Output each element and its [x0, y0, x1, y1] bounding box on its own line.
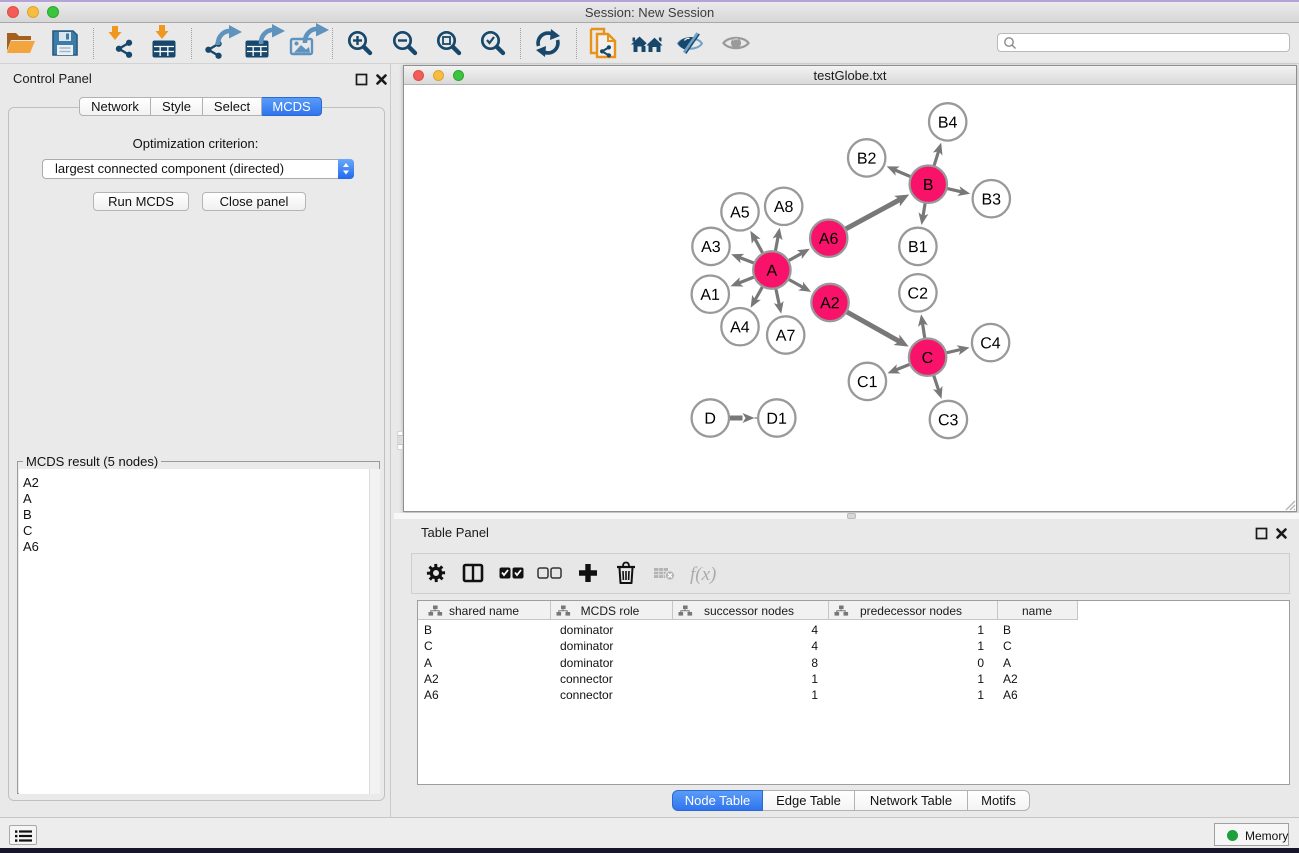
svg-text:A5: A5 [730, 204, 750, 221]
svg-text:B4: B4 [938, 115, 958, 132]
svg-text:A4: A4 [730, 319, 750, 336]
svg-text:C: C [922, 350, 934, 367]
svg-text:B2: B2 [857, 151, 877, 168]
svg-text:B: B [923, 177, 934, 194]
svg-text:A8: A8 [774, 199, 794, 216]
svg-text:D: D [704, 411, 716, 428]
svg-text:A3: A3 [701, 239, 721, 256]
svg-text:C2: C2 [908, 286, 929, 303]
svg-text:D1: D1 [766, 411, 787, 428]
svg-text:B3: B3 [981, 192, 1001, 209]
svg-text:C4: C4 [980, 335, 1001, 352]
svg-text:A2: A2 [820, 295, 840, 312]
svg-text:C1: C1 [857, 374, 878, 391]
svg-text:A6: A6 [819, 231, 839, 248]
svg-text:C3: C3 [938, 412, 959, 429]
svg-text:B1: B1 [908, 239, 928, 256]
svg-text:f(x): f(x) [690, 564, 716, 585]
svg-text:A7: A7 [776, 328, 796, 345]
svg-text:A: A [766, 263, 777, 280]
svg-text:A1: A1 [700, 287, 720, 304]
